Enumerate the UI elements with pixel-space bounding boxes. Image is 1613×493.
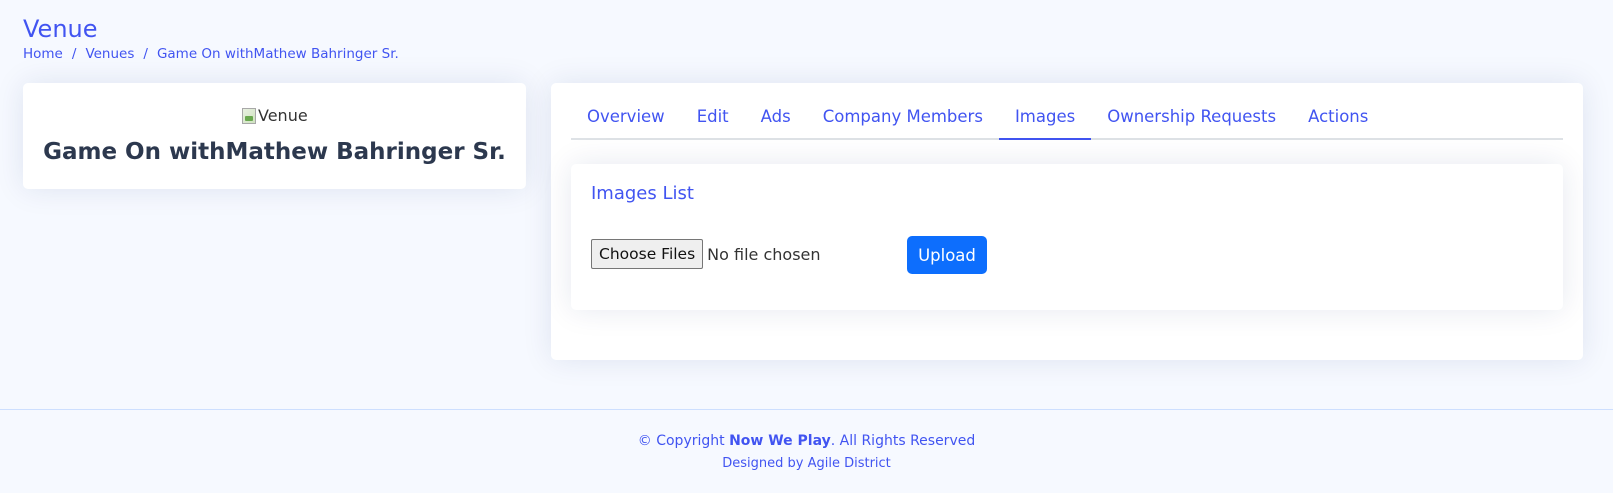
breadcrumb-separator: / (143, 46, 148, 62)
breadcrumb: Home / Venues / Game On withMathew Bahri… (23, 46, 399, 62)
tab-bar: Overview Edit Ads Company Members Images… (571, 99, 1563, 140)
breadcrumb-separator: / (71, 46, 77, 62)
venue-name: Game On withMathew Bahringer Sr. (43, 139, 506, 165)
breadcrumb-home-link[interactable]: Home (23, 46, 63, 62)
brand-name: Now We Play (729, 433, 831, 449)
copyright-text: © Copyright Now We Play. All Rights Rese… (0, 433, 1613, 449)
copyright-prefix: © Copyright (637, 433, 730, 449)
upload-button[interactable]: Upload (907, 236, 987, 274)
page-title-block: Venue Home / Venues / Game On withMathew… (23, 14, 399, 62)
breadcrumb-current: Game On withMathew Bahringer Sr. (156, 46, 399, 62)
page-title: Venue (23, 15, 98, 43)
credits-prefix: Designed by (722, 456, 808, 471)
venue-image: Venue (242, 106, 308, 125)
credits: Designed by Agile District (0, 456, 1613, 471)
tab-overview[interactable]: Overview (571, 99, 681, 140)
tab-company-members[interactable]: Company Members (807, 99, 999, 140)
footer: © Copyright Now We Play. All Rights Rese… (0, 409, 1613, 493)
images-list-title: Images List (591, 183, 694, 204)
venue-profile-card: Venue Game On withMathew Bahringer Sr. (23, 83, 526, 189)
designer-link[interactable]: Agile District (808, 456, 891, 471)
venue-details-card: Overview Edit Ads Company Members Images… (551, 83, 1583, 360)
tab-ownership-requests[interactable]: Ownership Requests (1091, 99, 1292, 140)
tab-actions[interactable]: Actions (1292, 99, 1384, 140)
tab-ads[interactable]: Ads (745, 99, 807, 140)
file-status-text: No file chosen (707, 244, 821, 264)
breadcrumb-venues-link[interactable]: Venues (85, 46, 134, 62)
file-input[interactable]: Choose Files No file chosen (591, 239, 821, 269)
copyright-suffix: . All Rights Reserved (830, 433, 976, 449)
choose-files-button[interactable]: Choose Files (591, 239, 704, 269)
images-list-card: Images List Choose Files No file chosen … (571, 164, 1563, 310)
tab-images[interactable]: Images (998, 99, 1092, 140)
broken-image-icon (242, 107, 256, 124)
venue-image-alt: Venue (258, 106, 308, 125)
tab-edit[interactable]: Edit (681, 99, 745, 140)
